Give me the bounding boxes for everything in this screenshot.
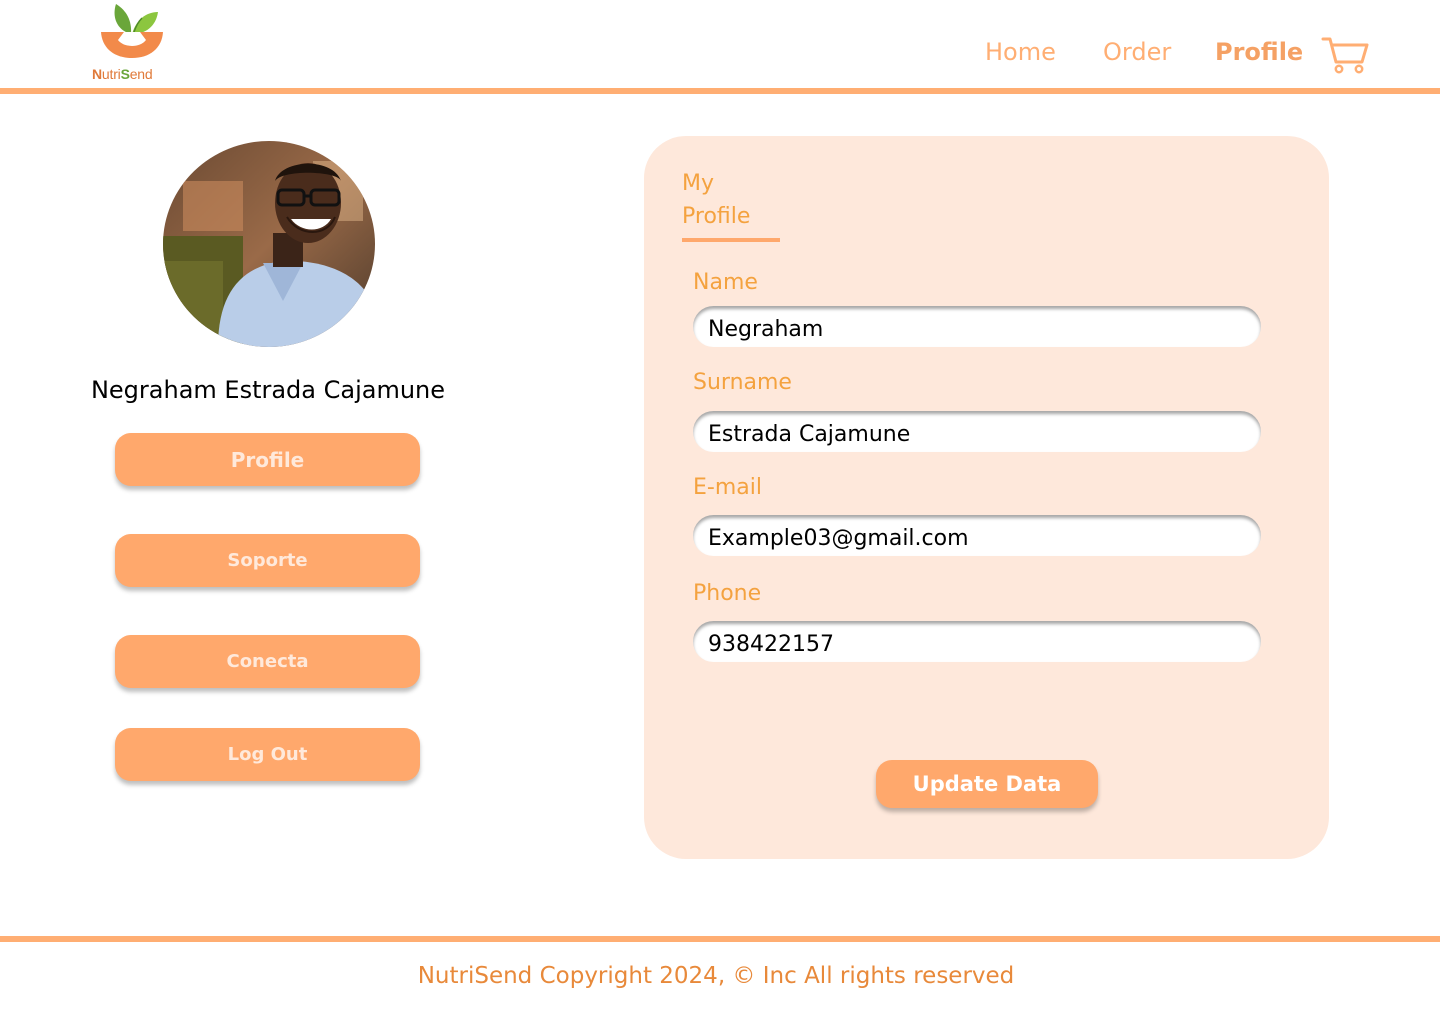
form-title: My Profile (682, 171, 751, 229)
profile-form-card: My Profile Name Surname E-mail Phone Upd… (644, 136, 1329, 859)
surname-label: Surname (693, 370, 792, 395)
brand-text-end: end (129, 66, 153, 82)
brand-text-utri: utri (101, 66, 121, 82)
footer-divider (0, 936, 1440, 942)
email-input[interactable] (693, 515, 1261, 556)
email-label: E-mail (693, 475, 762, 500)
logout-button[interactable]: Log Out (115, 728, 420, 781)
soporte-button[interactable]: Soporte (115, 534, 420, 587)
surname-input[interactable] (693, 411, 1261, 452)
update-data-button[interactable]: Update Data (876, 760, 1098, 808)
brand-logo[interactable]: NutriSend (88, 2, 174, 84)
avatar (163, 141, 375, 347)
form-title-underline (682, 238, 780, 242)
name-input[interactable] (693, 306, 1261, 347)
phone-input[interactable] (693, 621, 1261, 662)
user-full-name: Negraham Estrada Cajamune (90, 376, 446, 404)
brand-letter-s: S (120, 66, 130, 82)
profile-photo (163, 141, 375, 347)
phone-label: Phone (693, 581, 762, 606)
brand-letter-n: N (92, 66, 102, 82)
conecta-button[interactable]: Conecta (115, 635, 420, 688)
brand-wordmark: NutriSend (92, 66, 153, 82)
header-divider (0, 88, 1440, 94)
name-label: Name (693, 270, 758, 295)
footer-copyright: NutriSend Copyright 2024, © Inc All righ… (417, 963, 1015, 989)
cart-button[interactable] (1320, 34, 1370, 76)
top-navbar: NutriSend Home Order Profile (0, 0, 1440, 89)
nav-home-link[interactable]: Home (985, 38, 1056, 66)
nav-profile-link[interactable]: Profile (1215, 38, 1303, 66)
profile-button[interactable]: Profile (115, 433, 420, 486)
bowl-with-leaves-logo-icon (101, 4, 163, 58)
shopping-cart-icon (1321, 37, 1369, 74)
nav-order-link[interactable]: Order (1103, 38, 1171, 66)
